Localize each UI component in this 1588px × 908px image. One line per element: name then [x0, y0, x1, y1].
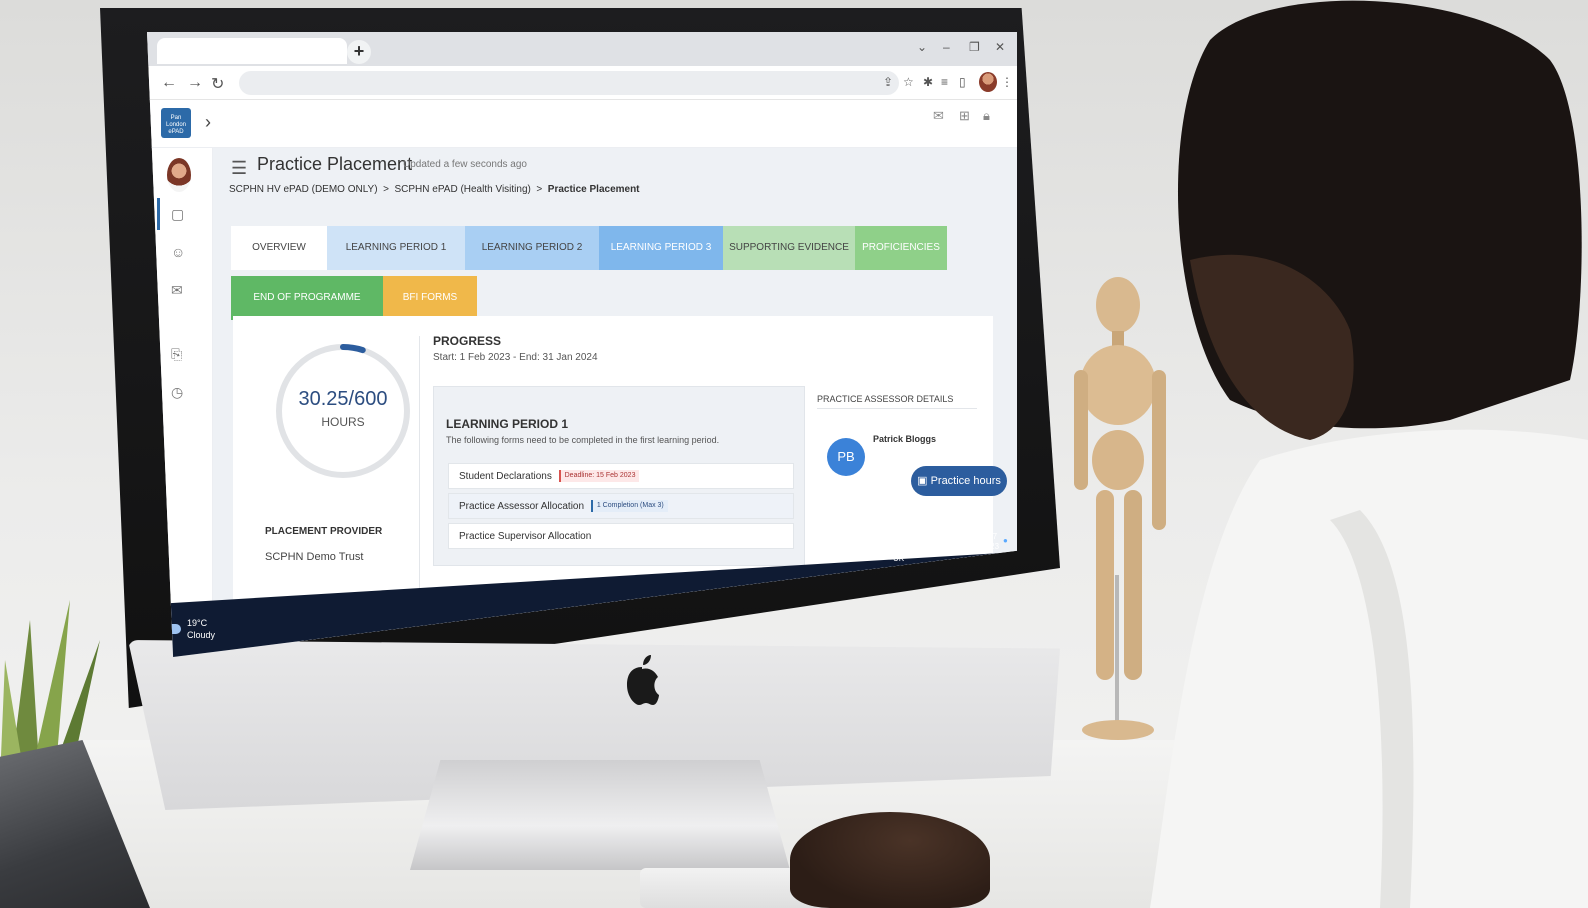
calendar-icon: ▣	[917, 475, 931, 487]
restore-icon[interactable]: ❐	[969, 40, 980, 54]
share-icon[interactable]: ⇪	[883, 75, 893, 89]
menu-icon[interactable]: ⋮	[1001, 75, 1013, 89]
reload-icon[interactable]: ↻	[211, 74, 224, 94]
clock-date[interactable]: 05/07/2023	[959, 542, 999, 551]
users-icon[interactable]: ☺	[171, 244, 185, 260]
placement-provider-value: SCPHN Demo Trust	[265, 551, 364, 563]
new-tab-icon[interactable]: +	[347, 40, 371, 64]
tab-bfi-forms[interactable]: BFI FORMS	[383, 276, 477, 320]
progress-dates: Start: 1 Feb 2023 - End: 31 Jan 2024	[433, 352, 598, 363]
list-icon: ☰	[231, 158, 248, 178]
wifi-icon[interactable]: ⌔	[913, 548, 921, 558]
completion-badge: 1 Completion (Max 3)	[590, 500, 668, 513]
user-avatar[interactable]	[167, 158, 191, 192]
assessor-avatar: PB	[827, 438, 865, 476]
notification-icon[interactable]: ●	[1003, 536, 1008, 545]
mail-icon[interactable]: ✉	[933, 108, 944, 124]
minimize-icon[interactable]: –	[943, 40, 950, 54]
hours-progress-ring	[276, 344, 410, 478]
app-header: Pan London ePAD › ✉ ⊞ 🔒︎	[147, 100, 1017, 148]
form-row-label: Practice Assessor Allocation	[459, 501, 585, 512]
clock-icon[interactable]: ◷	[171, 384, 183, 401]
hours-unit: HOURS	[321, 415, 365, 429]
star-icon[interactable]: ☆	[903, 75, 914, 89]
tab-overview[interactable]: OVERVIEW	[231, 226, 327, 270]
onedrive-icon[interactable]: ☁	[871, 552, 879, 561]
learning-period-description: The following forms need to be completed…	[446, 435, 720, 445]
page-title: Practice Placement	[257, 154, 413, 174]
battery-icon[interactable]: ▮	[943, 544, 947, 553]
tab-learning-period-2[interactable]: LEARNING PERIOD 2	[465, 226, 599, 270]
breadcrumb: SCPHN HV ePAD (DEMO ONLY) > SCPHN ePAD (…	[229, 184, 640, 195]
tab-supporting-evidence[interactable]: SUPPORTING EVIDENCE	[723, 226, 855, 270]
breadcrumb-item[interactable]: SCPHN ePAD (Health Visiting)	[395, 184, 531, 195]
sidebar-active-indicator	[157, 198, 160, 230]
address-bar[interactable]	[239, 71, 899, 95]
extensions-icon[interactable]: ✱	[923, 75, 933, 89]
browser-tab[interactable]	[157, 38, 347, 64]
close-icon[interactable]: ✕	[995, 40, 1005, 54]
form-row-label: Student Declarations	[459, 471, 552, 482]
practice-assessor-heading: PRACTICE ASSESSOR DETAILS	[817, 394, 954, 404]
hand	[790, 812, 990, 908]
forward-icon[interactable]: →	[187, 74, 203, 92]
profile-avatar[interactable]	[979, 72, 997, 92]
learning-period-panel: LEARNING PERIOD 1 The following forms ne…	[433, 386, 805, 566]
deadline-badge: Deadline: 15 Feb 2023	[558, 470, 640, 483]
app-logo[interactable]: Pan London ePAD	[161, 108, 191, 138]
tab-proficiencies[interactable]: PROFICIENCIES	[855, 226, 947, 270]
language-code[interactable]: ENG	[891, 544, 908, 553]
browser-tab-strip: + ⌄ – ❐ ✕	[147, 32, 1017, 66]
tray-expand-icon[interactable]: ˄	[851, 552, 856, 561]
person-at-desk	[1150, 0, 1588, 908]
assessor-name: Patrick Bloggs	[873, 434, 937, 444]
inbox-icon[interactable]: ✉	[171, 282, 183, 299]
reading-list-icon[interactable]: ≡	[941, 75, 948, 89]
divider	[817, 408, 977, 409]
tab-learning-period-3[interactable]: LEARNING PERIOD 3	[599, 226, 723, 270]
hours-value: 30.25/600	[298, 388, 388, 410]
chevron-down-icon[interactable]: ⌄	[917, 40, 927, 54]
file-icon[interactable]: ⎘	[171, 346, 182, 363]
monitor-screen: + ⌄ – ❐ ✕ ← → ↻ ⇪ ☆ ✱ ≡ ▯ ⋮ Pan London ePA…	[147, 32, 1017, 657]
practice-hours-button[interactable]: ▣ Practice hours	[911, 466, 1007, 496]
form-row-label: Practice Supervisor Allocation	[459, 531, 592, 542]
practice-hours-label: Practice hours	[930, 475, 1001, 487]
document-icon[interactable]: ▢	[171, 206, 184, 223]
back-icon[interactable]: ←	[161, 74, 177, 92]
breadcrumb-current: Practice Placement	[547, 184, 640, 195]
tab-end-of-programme[interactable]: END OF PROGRAMME	[231, 276, 383, 320]
learning-period-heading: LEARNING PERIOD 1	[446, 417, 569, 431]
clock-time[interactable]: 15:37	[977, 532, 997, 541]
volume-icon[interactable]: ◁×	[927, 546, 938, 555]
browser-toolbar: ← → ↻ ⇪ ☆ ✱ ≡ ▯ ⋮	[147, 66, 1017, 100]
monitor-stand	[410, 760, 790, 870]
language-region[interactable]: UK	[893, 554, 904, 563]
weather-temperature[interactable]: 19°C	[187, 618, 207, 628]
weather-condition[interactable]: Cloudy	[187, 630, 215, 640]
grid-icon[interactable]: ⊞	[959, 108, 970, 124]
form-row-student-declarations[interactable]: Student Declarations Deadline: 15 Feb 20…	[448, 463, 794, 489]
apple-logo-icon	[627, 655, 659, 705]
form-row-practice-assessor-allocation[interactable]: Practice Assessor Allocation 1 Completio…	[448, 493, 794, 519]
breadcrumb-item[interactable]: SCPHN HV ePAD (DEMO ONLY)	[229, 184, 378, 195]
form-row-practice-supervisor-allocation[interactable]: Practice Supervisor Allocation	[448, 523, 794, 549]
placement-provider-heading: PLACEMENT PROVIDER	[265, 526, 383, 537]
progress-heading: PROGRESS	[433, 334, 502, 348]
lock-icon[interactable]: 🔒︎	[983, 108, 990, 124]
updated-text: Updated a few seconds ago	[403, 159, 527, 170]
side-panel-icon[interactable]: ▯	[959, 75, 966, 89]
expand-menu-icon[interactable]: ›	[205, 112, 211, 133]
tab-learning-period-1[interactable]: LEARNING PERIOD 1	[327, 226, 465, 270]
